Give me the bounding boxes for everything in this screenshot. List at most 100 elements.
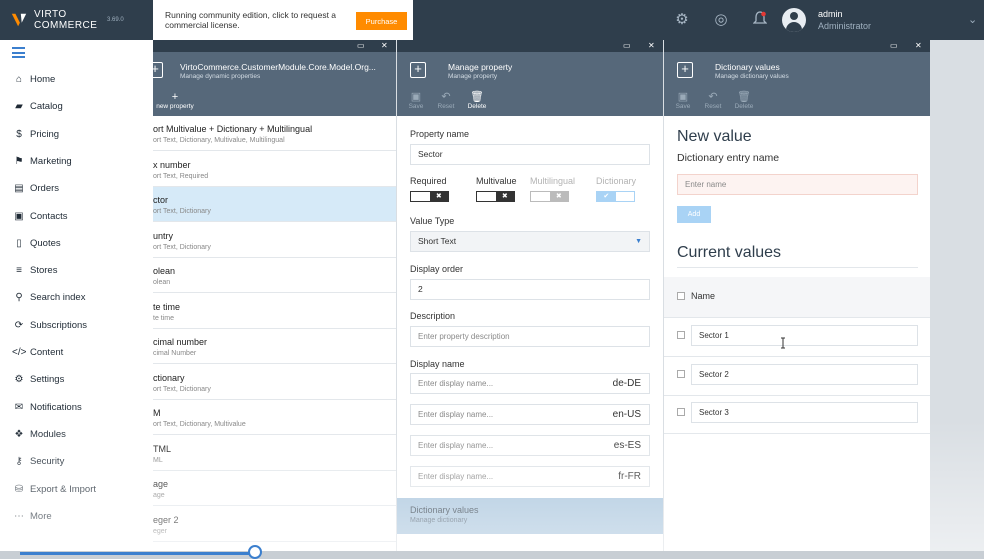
user-menu[interactable]: admin Administrator (782, 8, 871, 32)
multivalue-label: Multivalue (476, 176, 517, 186)
list-item[interactable]: Mort Text, Dictionary, Multivalue (153, 400, 396, 435)
maximize-icon[interactable]: ▭ (890, 41, 898, 50)
sidebar-item-security[interactable]: ⚷ Security (0, 448, 153, 475)
required-toggle[interactable]: ✖ (410, 191, 449, 202)
list-item[interactable]: eger 2 eger (153, 507, 396, 542)
delete-button[interactable]: 🗑 Delete (730, 91, 758, 110)
value-type-value: Short Text (418, 236, 457, 246)
new-property-button[interactable]: + new property (153, 91, 197, 110)
display-order-input[interactable]: 2 (410, 279, 650, 300)
list-item[interactable]: x number ort Text, Required (153, 152, 396, 187)
value-name-input[interactable]: Sector 1 (691, 325, 918, 346)
sidebar-item-settings[interactable]: ⚙ Settings (0, 366, 153, 393)
sidebar-item-marketing[interactable]: ⚑ Marketing (0, 148, 153, 175)
delete-button[interactable]: 🗑 Delete (463, 91, 491, 110)
sidebar-item-label: Settings (30, 374, 65, 386)
multilingual-label: Multilingual (530, 176, 576, 186)
chevron-down-icon[interactable]: ⌄ (968, 13, 977, 26)
row-checkbox[interactable] (677, 408, 685, 416)
brand-name: VIRTO COMMERCE (34, 9, 98, 31)
sidebar-item-export-import[interactable]: ⛁ Export & Import (0, 476, 153, 503)
sidebar-item-subscriptions[interactable]: ⟳ Subscriptions (0, 312, 153, 339)
save-button[interactable]: ▣ Save (669, 91, 697, 110)
blade-manage-property: ▭ ✕ + Manage property Manage property ▣ S… (397, 40, 663, 559)
multivalue-toggle[interactable]: ✖ (476, 191, 515, 202)
property-type: ort Text, Dictionary, Multivalue (153, 421, 246, 428)
scrollbar-thumb[interactable] (20, 552, 255, 555)
sidebar-item-contacts[interactable]: ▣ Contacts (0, 203, 153, 230)
reset-label: Reset (704, 103, 722, 110)
value-type-select[interactable]: Short Text ▼ (410, 231, 650, 252)
list-item[interactable]: olean olean (153, 258, 396, 293)
multilingual-toggle[interactable]: ✖ (530, 191, 569, 202)
sidebar-item-home[interactable]: ⌂ Home (0, 66, 153, 93)
table-row: Sector 3 (664, 395, 930, 434)
hamburger-menu-icon[interactable] (12, 47, 25, 58)
dictionary-toggle[interactable]: ✔ (596, 191, 635, 202)
row-checkbox[interactable] (677, 331, 685, 339)
save-button[interactable]: ▣ Save (402, 91, 430, 110)
sidebar: ⌂ Home ▰ Catalog $ Pricing ⚑ Marketing ▤ Orders ▣ C… (0, 40, 153, 559)
dollar-icon: $ (16, 128, 22, 140)
list-item[interactable]: cimal number cimal Number (153, 329, 396, 364)
list-item[interactable]: untry ort Text, Dictionary (153, 223, 396, 258)
blade-title: Manage property (448, 62, 513, 72)
display-order-label: Display order (410, 264, 464, 274)
close-icon[interactable]: ✕ (648, 41, 655, 50)
maximize-icon[interactable]: ▭ (623, 41, 631, 50)
sidebar-item-content[interactable]: </> Content (0, 339, 153, 366)
blade-subtitle: Manage property (448, 73, 498, 80)
property-title: M (153, 408, 161, 418)
license-notice-text[interactable]: Running community edition, click to requ… (165, 10, 345, 30)
close-icon[interactable]: ✕ (381, 41, 388, 50)
sidebar-item-search-index[interactable]: ⚲ Search index (0, 284, 153, 311)
property-type: ort Text, Dictionary (153, 243, 211, 251)
save-label: Save (408, 103, 424, 110)
value-name-input[interactable]: Sector 3 (691, 402, 918, 423)
close-icon[interactable]: ✕ (915, 41, 922, 50)
display-name-placeholder: Enter display name... (418, 410, 494, 419)
row-checkbox[interactable] (677, 369, 685, 378)
add-button[interactable]: Add (677, 206, 711, 223)
entry-name-input[interactable]: Enter name (677, 174, 918, 195)
plus-square-icon: + (410, 62, 426, 78)
gear-icon[interactable]: ⚙ (673, 11, 691, 29)
list-item[interactable]: ctor ort Text, Dictionary (153, 187, 396, 222)
maximize-icon[interactable]: ▭ (357, 41, 365, 50)
display-name-input-de-de[interactable]: Enter display name... de-DE (410, 373, 650, 394)
property-name-input[interactable]: Sector (410, 144, 650, 165)
blade-header: ▭ ✕ + Dictionary values Manage dictionar… (664, 40, 930, 116)
list-item[interactable]: age age (153, 471, 396, 506)
brand-logo[interactable]: VIRTO COMMERCE 3.69.0 (0, 0, 153, 40)
display-name-input-es-es[interactable]: Enter display name... es-ES (410, 435, 650, 456)
purchase-button[interactable]: Purchase (356, 12, 407, 30)
select-all-checkbox[interactable] (677, 292, 685, 300)
value-name-input[interactable]: Sector 2 (691, 363, 918, 385)
list-item[interactable]: ort Multivalue + Dictionary + Multilingu… (153, 116, 396, 151)
sidebar-item-more[interactable]: ⋯ More (0, 503, 153, 530)
bell-icon[interactable] (751, 11, 769, 29)
dictionary-values-widget[interactable]: Dictionary values Manage dictionary (397, 498, 663, 534)
lifebuoy-icon[interactable]: ◎ (712, 11, 730, 29)
sidebar-item-stores[interactable]: ≡ Stores (0, 257, 153, 284)
list-item[interactable]: ctionary ort Text, Dictionary (153, 365, 396, 400)
description-input[interactable]: Enter property description (410, 326, 650, 347)
user-info: admin Administrator (818, 8, 871, 32)
sidebar-item-notifications[interactable]: ✉ Notifications (0, 394, 153, 421)
list-item[interactable]: te time te time (153, 294, 396, 329)
display-name-input-en-us[interactable]: Enter display name... en-US (410, 404, 650, 425)
reset-button[interactable]: ↶ Reset (699, 91, 727, 110)
sidebar-item-catalog[interactable]: ▰ Catalog (0, 93, 153, 120)
sidebar-item-quotes[interactable]: ▯ Quotes (0, 230, 153, 257)
display-name-input-fr-fr[interactable]: Enter display name... fr-FR (410, 466, 650, 487)
sidebar-item-modules[interactable]: ❖ Modules (0, 421, 153, 448)
current-values-heading: Current values (677, 244, 782, 261)
storage-icon: ≡ (16, 265, 22, 277)
sidebar-item-orders[interactable]: ▤ Orders (0, 175, 153, 202)
license-notice[interactable]: Running community edition, click to requ… (153, 0, 413, 40)
reset-button[interactable]: ↶ Reset (432, 91, 460, 110)
sidebar-item-pricing[interactable]: $ Pricing (0, 121, 153, 148)
blade-title: VirtoCommerce.CustomerModule.Core.Model.… (180, 62, 376, 72)
list-item[interactable]: TML ML (153, 436, 396, 471)
scrollbar-handle[interactable] (248, 545, 262, 559)
